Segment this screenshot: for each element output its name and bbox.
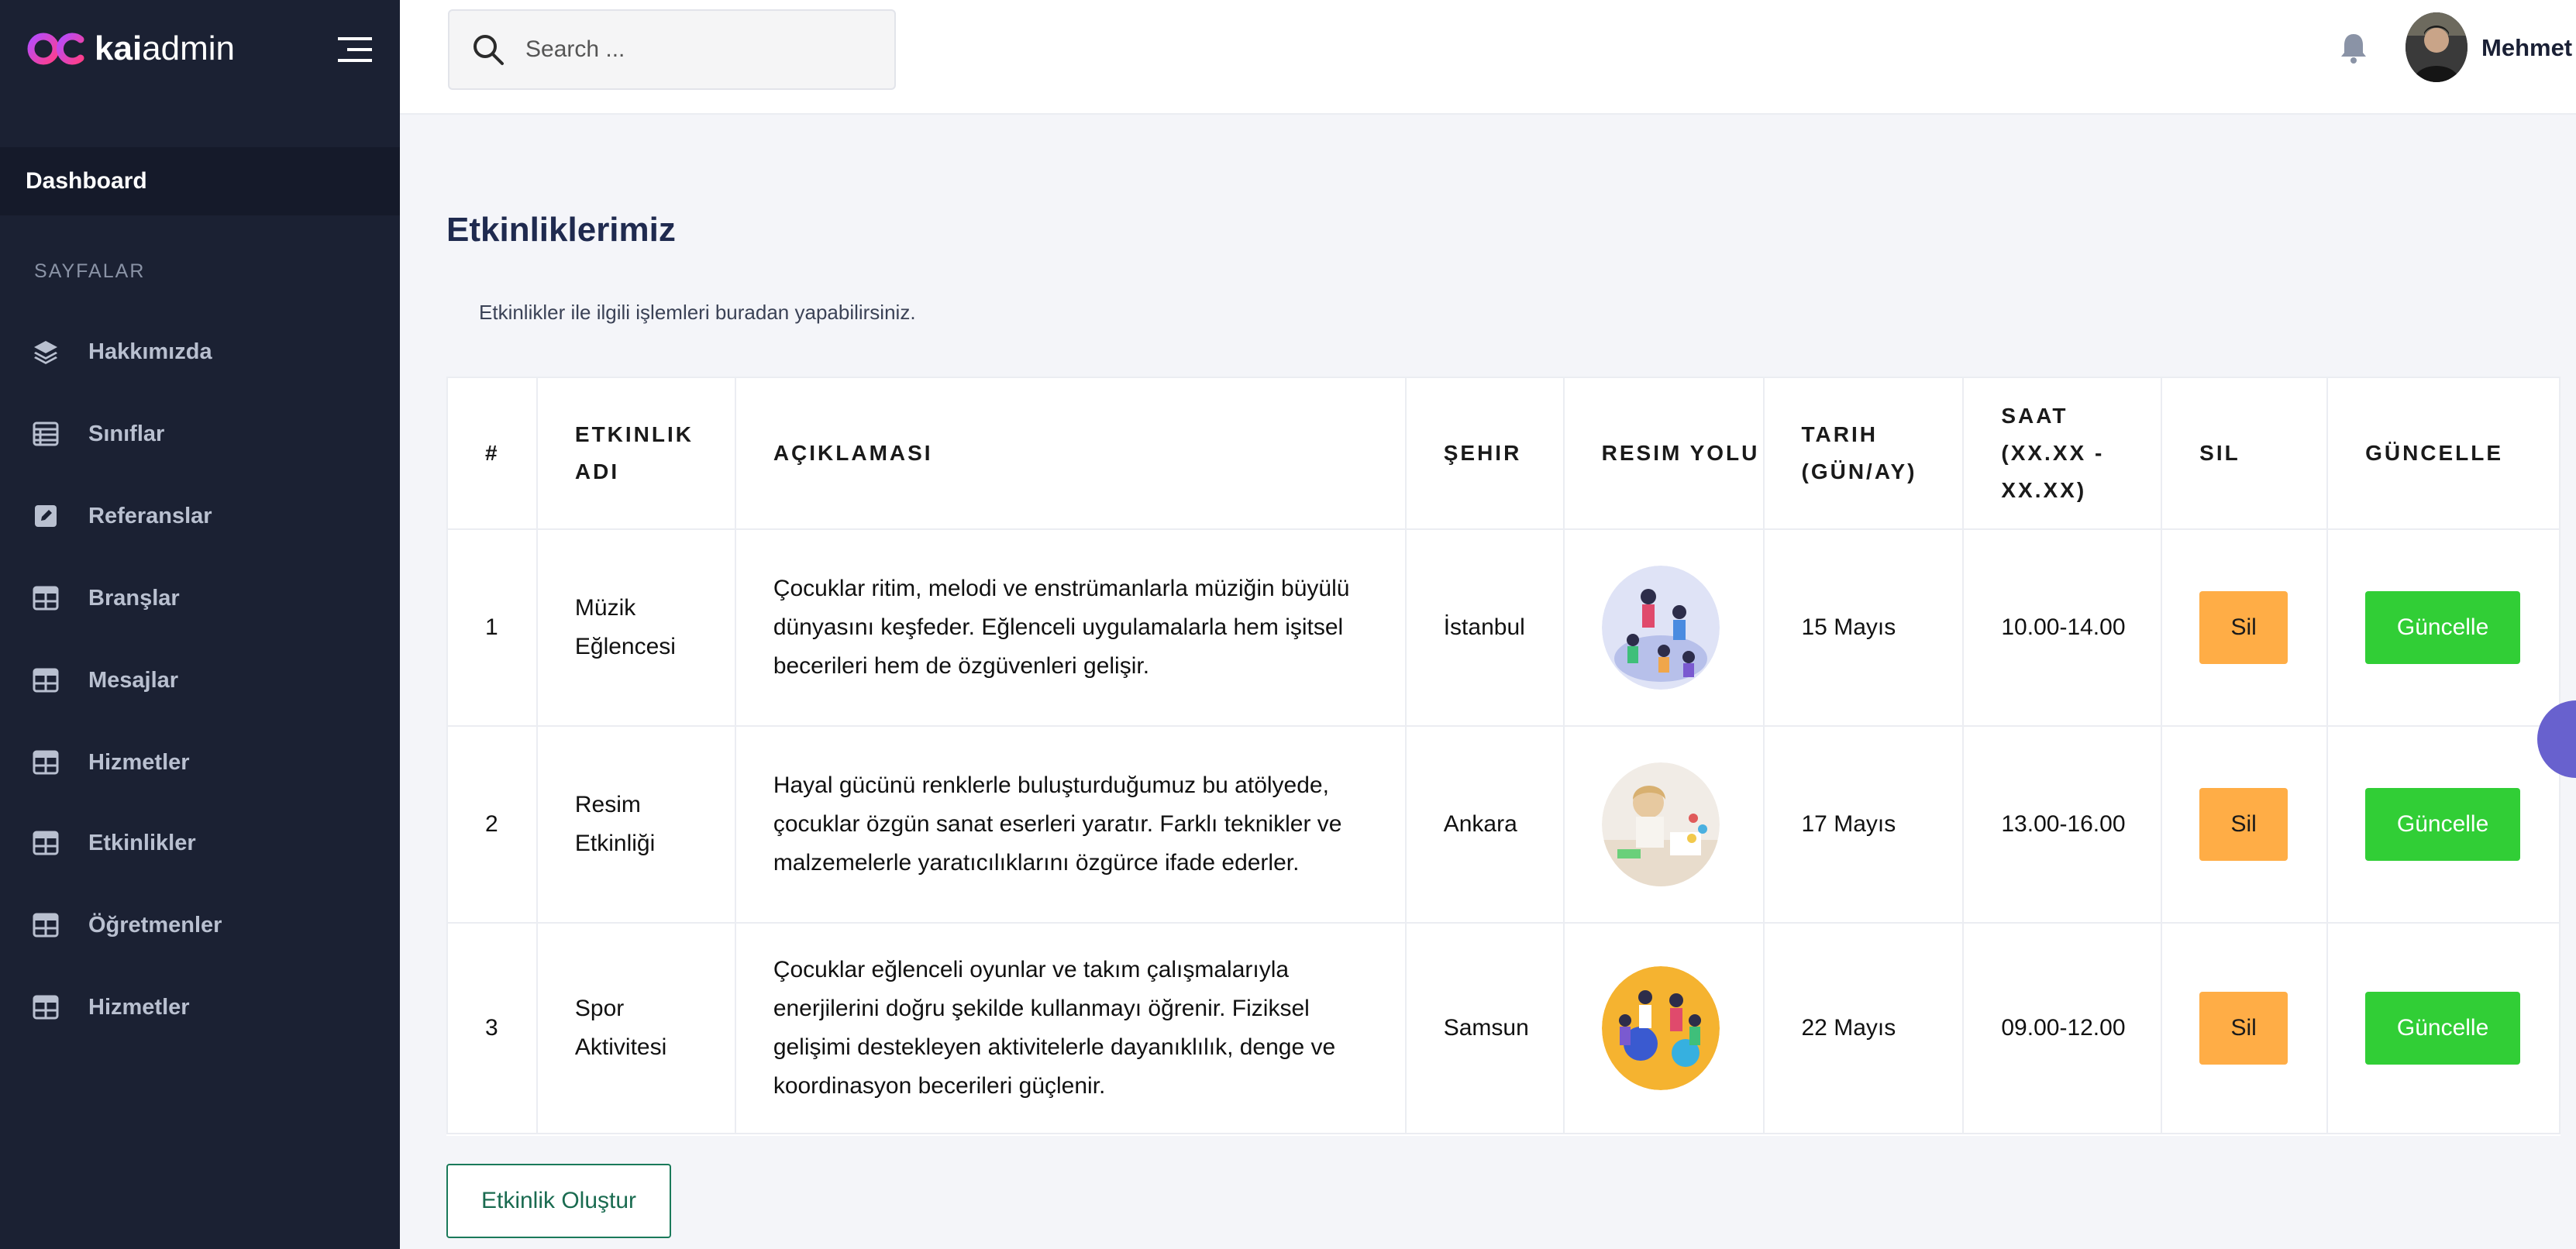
user-avatar[interactable] (2406, 12, 2468, 82)
user-name[interactable]: Mehmet (2481, 34, 2572, 62)
event-description: Çocuklar eğlenceli oyunlar ve takım çalı… (734, 922, 1407, 1134)
grid-table-icon (33, 913, 59, 938)
row-number: 2 (446, 725, 538, 924)
page-subtitle: Etkinlikler ile ilgili işlemleri buradan… (479, 301, 916, 324)
kaiadmin-logo-icon (27, 33, 84, 65)
table-header-row: # ETKINLIK ADI AÇIKLAMASI ŞEHIR RESIM YO… (446, 377, 2561, 530)
event-city: Ankara (1404, 725, 1565, 924)
event-image-cell (1562, 528, 1765, 727)
event-description: Çocuklar ritim, melodi ve enstrümanlarla… (734, 528, 1407, 727)
event-city: İstanbul (1404, 528, 1565, 727)
event-city: Samsun (1404, 922, 1565, 1134)
sidebar-item-label: Branşlar (88, 585, 180, 611)
column-header: ETKINLIK ADI (536, 377, 736, 530)
sidebar-item-label: Mesajlar (88, 667, 179, 693)
top-header: Mehmet (400, 0, 2576, 115)
event-date: 22 Mayıs (1762, 922, 1965, 1134)
avatar-image (2406, 12, 2468, 82)
sidebar-item-label: Hakkımızda (88, 339, 212, 364)
events-table-card: # ETKINLIK ADI AÇIKLAMASI ŞEHIR RESIM YO… (446, 377, 2561, 1136)
delete-button[interactable]: Sil (2199, 788, 2288, 861)
grid-table-icon (33, 831, 59, 855)
event-image (1601, 566, 1720, 690)
sidebar-item-label: Etkinlikler (88, 830, 196, 855)
search-icon[interactable] (471, 33, 505, 67)
edit-square-icon (35, 505, 57, 527)
column-header: SAAT (XX.XX - XX.XX) (1962, 377, 2163, 530)
sidebar-item-referanslar[interactable]: Referanslar (0, 482, 400, 550)
search-input[interactable] (524, 36, 868, 64)
event-date: 17 Mayıs (1762, 725, 1965, 924)
grid-table-icon (33, 750, 59, 775)
sidebar-item-branslar[interactable]: Branşlar (0, 564, 400, 632)
update-cell: Güncelle (2326, 725, 2561, 924)
row-number: 3 (446, 922, 538, 1134)
events-table: # ETKINLIK ADI AÇIKLAMASI ŞEHIR RESIM YO… (446, 377, 2561, 1134)
sidebar-item-dashboard[interactable]: Dashboard (0, 147, 400, 215)
grid-table-icon (33, 995, 59, 1020)
layers-icon (34, 341, 57, 364)
sidebar-item-label: Hizmetler (88, 749, 190, 775)
delete-cell: Sil (2161, 922, 2329, 1134)
event-name: Müzik Eğlencesi (536, 528, 736, 727)
brand-logo[interactable]: kaiadmin (0, 0, 400, 98)
update-button[interactable]: Güncelle (2365, 591, 2521, 664)
menu-toggle-icon[interactable] (338, 36, 372, 64)
update-cell: Güncelle (2326, 528, 2561, 727)
delete-button[interactable]: Sil (2199, 591, 2288, 664)
sidebar-item-label: Referanslar (88, 503, 212, 528)
page-title: Etkinliklerimiz (446, 211, 676, 249)
update-button[interactable]: Güncelle (2365, 992, 2521, 1065)
event-image-cell (1562, 922, 1765, 1134)
event-image-cell (1562, 725, 1765, 924)
column-header: RESIM YOLU (1562, 377, 1765, 530)
column-header: ŞEHIR (1404, 377, 1565, 530)
table-list-icon (33, 421, 59, 446)
row-number: 1 (446, 528, 538, 727)
event-description: Hayal gücünü renklerle buluşturduğumuz b… (734, 725, 1407, 924)
event-time: 10.00-14.00 (1962, 528, 2163, 727)
sidebar-item-etkinlikler[interactable]: Etkinlikler (0, 809, 400, 877)
event-image (1601, 762, 1720, 886)
sidebar-item-hizmetler-2[interactable]: Hizmetler (0, 973, 400, 1041)
notification-bell-icon[interactable] (2339, 31, 2368, 65)
sidebar-item-label: Öğretmenler (88, 912, 222, 938)
sidebar-section-title: SAYFALAR (34, 260, 146, 282)
sidebar-item-hizmetler[interactable]: Hizmetler (0, 728, 400, 797)
create-event-button[interactable]: Etkinlik Oluştur (446, 1164, 671, 1238)
brand-name: kaiadmin (95, 29, 236, 67)
sidebar-item-label: Sınıflar (88, 421, 165, 446)
sidebar: kaiadmin Dashboard SAYFALAR Hakkımızda S… (0, 0, 400, 1249)
sidebar-item-hakkimizda[interactable]: Hakkımızda (0, 318, 400, 386)
delete-button[interactable]: Sil (2199, 992, 2288, 1065)
update-cell: Güncelle (2326, 922, 2561, 1134)
column-header: TARIH (GÜN/AY) (1762, 377, 1965, 530)
column-header: GÜNCELLE (2326, 377, 2561, 530)
event-time: 13.00-16.00 (1962, 725, 2163, 924)
sidebar-item-mesajlar[interactable]: Mesajlar (0, 646, 400, 714)
table-row: 3 Spor Aktivitesi Çocuklar eğlenceli oyu… (446, 922, 2561, 1134)
event-name: Resim Etkinliği (536, 725, 736, 924)
sidebar-item-label: Dashboard (26, 168, 147, 194)
table-row: 1 Müzik Eğlencesi Çocuklar ritim, melodi… (446, 528, 2561, 727)
event-time: 09.00-12.00 (1962, 922, 2163, 1134)
delete-cell: Sil (2161, 725, 2329, 924)
event-date: 15 Mayıs (1762, 528, 1965, 727)
grid-table-icon (33, 586, 59, 611)
grid-table-icon (33, 668, 59, 693)
delete-cell: Sil (2161, 528, 2329, 727)
sidebar-item-siniflar[interactable]: Sınıflar (0, 400, 400, 468)
sidebar-item-ogretmenler[interactable]: Öğretmenler (0, 891, 400, 959)
search-box[interactable] (448, 9, 896, 90)
update-button[interactable]: Güncelle (2365, 788, 2521, 861)
sidebar-item-label: Hizmetler (88, 994, 190, 1020)
column-header: SIL (2161, 377, 2329, 530)
event-name: Spor Aktivitesi (536, 922, 736, 1134)
column-header: AÇIKLAMASI (734, 377, 1407, 530)
column-header: # (446, 377, 538, 530)
event-image (1601, 966, 1720, 1090)
table-row: 2 Resim Etkinliği Hayal gücünü renklerle… (446, 725, 2561, 924)
